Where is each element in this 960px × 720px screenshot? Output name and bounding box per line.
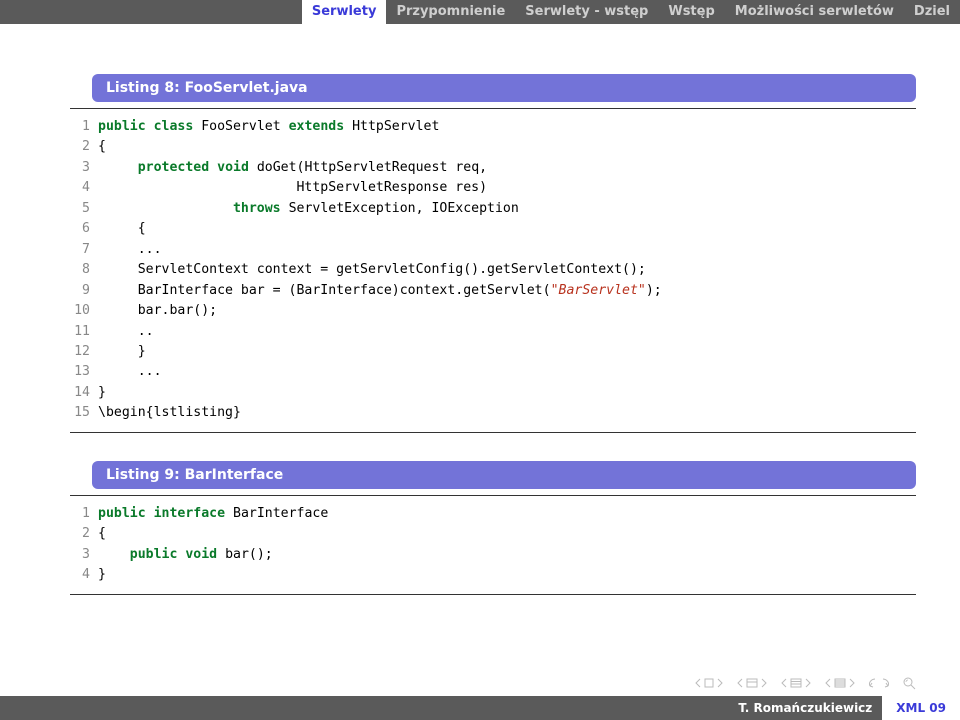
footer-author: T. Romańczukiewicz [0, 701, 882, 715]
code-line: 1public class FooServlet extends HttpSer… [70, 117, 916, 137]
tab-wstep[interactable]: Wstęp [658, 0, 724, 24]
listing-8-code: 1public class FooServlet extends HttpSer… [70, 108, 916, 433]
code-line: 13 ... [70, 362, 916, 382]
tab-mozliwosci[interactable]: Możliwości serwletów [725, 0, 904, 24]
code-text: ServletContext context = getServletConfi… [98, 260, 646, 280]
line-number: 3 [70, 158, 98, 178]
code-line: 4 HttpServletResponse res) [70, 178, 916, 198]
line-number: 4 [70, 178, 98, 198]
tab-przypomnienie[interactable]: Przypomnienie [386, 0, 515, 24]
line-number: 12 [70, 342, 98, 362]
line-number: 5 [70, 199, 98, 219]
nav-search-icon[interactable] [902, 676, 916, 690]
line-number: 13 [70, 362, 98, 382]
nav-prev-subsection-icon[interactable] [736, 676, 768, 690]
line-number: 8 [70, 260, 98, 280]
code-line: 9 BarInterface bar = (BarInterface)conte… [70, 281, 916, 301]
line-number: 10 [70, 301, 98, 321]
code-line: 8 ServletContext context = getServletCon… [70, 260, 916, 280]
code-line: 12 } [70, 342, 916, 362]
code-line: 10 bar.bar(); [70, 301, 916, 321]
top-nav: Serwlety Przypomnienie Serwlety - wstęp … [0, 0, 960, 24]
code-line: 5 throws ServletException, IOException [70, 199, 916, 219]
footer-course: XML 09 [882, 696, 960, 720]
nav-prev-section-icon[interactable] [780, 676, 812, 690]
line-number: 4 [70, 565, 98, 585]
code-line: 6 { [70, 219, 916, 239]
code-text: { [98, 524, 106, 544]
code-text: } [98, 383, 106, 403]
nav-back-forward-icon[interactable] [868, 676, 890, 690]
code-line: 15\begin{lstlisting} [70, 403, 916, 423]
tab-serwlety-wstep[interactable]: Serwlety - wstęp [515, 0, 658, 24]
line-number: 2 [70, 524, 98, 544]
listing-8-block: Listing 8: FooServlet.java 1public class… [0, 74, 960, 433]
listing-9-block: Listing 9: BarInterface 1public interfac… [0, 461, 960, 595]
code-text: } [98, 342, 146, 362]
code-text: ... [98, 362, 162, 382]
line-number: 6 [70, 219, 98, 239]
beamer-nav-icons [694, 676, 916, 690]
code-line: 3 protected void doGet(HttpServletReques… [70, 158, 916, 178]
nav-appendix-icon[interactable] [824, 676, 856, 690]
code-text: public class FooServlet extends HttpServ… [98, 117, 439, 137]
slide-content: Listing 8: FooServlet.java 1public class… [0, 24, 960, 595]
nav-prev-slide-icon[interactable] [694, 676, 724, 690]
code-text: { [98, 219, 146, 239]
code-text: { [98, 137, 106, 157]
code-line: 14} [70, 383, 916, 403]
footer-bar: T. Romańczukiewicz XML 09 [0, 696, 960, 720]
line-number: 9 [70, 281, 98, 301]
code-line: 1public interface BarInterface [70, 504, 916, 524]
code-text: public void bar(); [98, 545, 273, 565]
line-number: 3 [70, 545, 98, 565]
listing-8-title: Listing 8: FooServlet.java [92, 74, 916, 102]
line-number: 1 [70, 504, 98, 524]
code-text: } [98, 565, 106, 585]
line-number: 11 [70, 322, 98, 342]
line-number: 15 [70, 403, 98, 423]
tab-active[interactable]: Serwlety [302, 0, 387, 24]
code-text: .. [98, 322, 154, 342]
code-line: 11 .. [70, 322, 916, 342]
code-text: HttpServletResponse res) [98, 178, 487, 198]
line-number: 1 [70, 117, 98, 137]
line-number: 14 [70, 383, 98, 403]
code-line: 2{ [70, 137, 916, 157]
listing-9-title: Listing 9: BarInterface [92, 461, 916, 489]
code-line: 2{ [70, 524, 916, 544]
code-line: 4} [70, 565, 916, 585]
code-text: bar.bar(); [98, 301, 217, 321]
line-number: 7 [70, 240, 98, 260]
code-text: ... [98, 240, 162, 260]
code-text: protected void doGet(HttpServletRequest … [98, 158, 487, 178]
code-text: \begin{lstlisting} [98, 403, 241, 423]
code-line: 3 public void bar(); [70, 545, 916, 565]
listing-9-code: 1public interface BarInterface2{3 public… [70, 495, 916, 595]
code-text: throws ServletException, IOException [98, 199, 519, 219]
code-text: public interface BarInterface [98, 504, 328, 524]
line-number: 2 [70, 137, 98, 157]
code-line: 7 ... [70, 240, 916, 260]
tab-dziel[interactable]: Dziel [904, 0, 960, 24]
code-text: BarInterface bar = (BarInterface)context… [98, 281, 662, 301]
